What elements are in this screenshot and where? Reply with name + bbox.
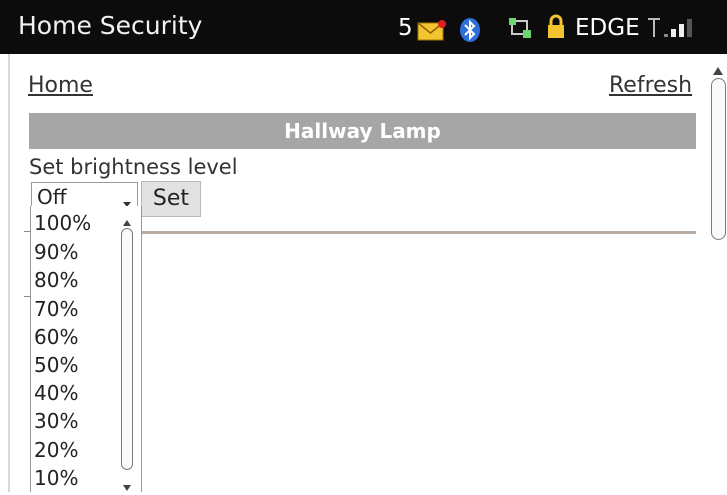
dropdown-scrollbar-thumb[interactable] bbox=[121, 228, 133, 470]
option-item[interactable]: 50% bbox=[34, 351, 78, 379]
signal-icon bbox=[646, 16, 708, 44]
divider bbox=[140, 231, 696, 234]
network-type: EDGE bbox=[575, 15, 640, 41]
option-item[interactable]: 30% bbox=[34, 407, 78, 435]
option-item[interactable]: 80% bbox=[34, 266, 78, 294]
page-scroll-up-icon[interactable] bbox=[713, 60, 723, 79]
scroll-down-arrow-icon[interactable] bbox=[123, 476, 131, 495]
set-button[interactable]: Set bbox=[141, 181, 201, 217]
envelope-icon bbox=[417, 20, 447, 46]
option-item[interactable]: 20% bbox=[34, 436, 78, 464]
option-item[interactable]: 40% bbox=[34, 379, 78, 407]
home-link[interactable]: Home bbox=[28, 72, 93, 100]
app-title: Home Security bbox=[18, 11, 203, 40]
status-bar: Home Security 5 EDGE bbox=[0, 0, 727, 54]
page-border bbox=[8, 54, 10, 492]
brightness-instruction: Set brightness level bbox=[29, 155, 238, 179]
option-item[interactable]: 70% bbox=[34, 295, 78, 323]
option-item[interactable]: 100% bbox=[34, 209, 91, 237]
option-item[interactable]: 90% bbox=[34, 238, 78, 266]
lock-icon bbox=[545, 14, 567, 44]
message-count: 5 bbox=[398, 15, 413, 41]
refresh-link[interactable]: Refresh bbox=[609, 72, 692, 100]
device-heading: Hallway Lamp bbox=[29, 113, 696, 149]
option-item[interactable]: 60% bbox=[34, 323, 78, 351]
data-transfer-icon bbox=[507, 16, 535, 44]
option-item[interactable]: 10% bbox=[34, 464, 78, 492]
bluetooth-icon bbox=[459, 17, 481, 47]
brightness-select[interactable]: Off bbox=[31, 182, 138, 209]
page-scrollbar-thumb[interactable] bbox=[711, 78, 726, 240]
